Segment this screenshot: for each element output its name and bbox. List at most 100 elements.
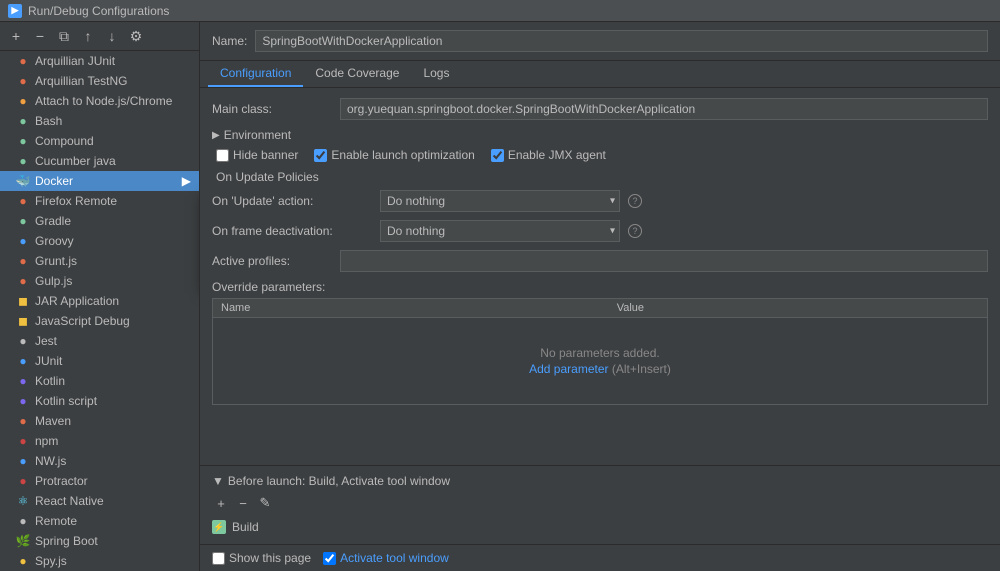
sidebar: + − ⧉ ↑ ↓ ⚙ ● Arquillian JUnit ● Arquill… <box>0 22 200 571</box>
params-value-header: Value <box>609 299 988 318</box>
before-launch-add-button[interactable]: + <box>212 494 230 512</box>
sidebar-item-react-native[interactable]: ⚛ React Native <box>0 491 199 511</box>
on-update-help-icon[interactable]: ? <box>628 194 642 208</box>
arquillian-junit-icon: ● <box>16 54 30 68</box>
on-frame-label: On frame deactivation: <box>212 224 372 238</box>
settings-button[interactable]: ⚙ <box>126 26 146 46</box>
sidebar-item-kotlin-script-label: Kotlin script <box>35 394 97 408</box>
sidebar-item-protractor[interactable]: ● Protractor <box>0 471 199 491</box>
sidebar-item-spyjs[interactable]: ● Spy.js <box>0 551 199 571</box>
override-parameters-section: Override parameters: Name Value No param… <box>212 280 988 405</box>
active-profiles-input[interactable] <box>340 250 988 272</box>
docker-submenu-arrow: ▶ <box>182 174 191 188</box>
show-this-page-checkbox[interactable] <box>212 552 225 565</box>
sidebar-item-jest[interactable]: ● Jest <box>0 331 199 351</box>
sidebar-item-kotlin[interactable]: ● Kotlin <box>0 371 199 391</box>
sidebar-item-arquillian-testng[interactable]: ● Arquillian TestNG <box>0 71 199 91</box>
cucumber-icon: ● <box>16 154 30 168</box>
params-empty-row: No parameters added. Add parameter (Alt+… <box>213 318 988 405</box>
config-area: Main class: ▶ Environment Hide banner En… <box>200 88 1000 465</box>
copy-config-button[interactable]: ⧉ <box>54 26 74 46</box>
sidebar-item-jar[interactable]: ◼ JAR Application <box>0 291 199 311</box>
show-this-page-label[interactable]: Show this page <box>212 551 311 565</box>
maven-icon: ● <box>16 414 30 428</box>
update-policies-title: On Update Policies <box>212 170 988 184</box>
sidebar-item-firefox[interactable]: ● Firefox Remote <box>0 191 199 211</box>
params-table: Name Value No parameters added. Add para… <box>212 298 988 405</box>
name-input[interactable] <box>255 30 988 52</box>
remove-config-button[interactable]: − <box>30 26 50 46</box>
protractor-icon: ● <box>16 474 30 488</box>
before-launch-header: ▼ Before launch: Build, Activate tool wi… <box>212 474 988 488</box>
build-item-label: Build <box>232 520 259 534</box>
arquillian-testng-icon: ● <box>16 74 30 88</box>
tab-logs[interactable]: Logs <box>411 61 461 87</box>
move-down-button[interactable]: ↓ <box>102 26 122 46</box>
on-frame-select[interactable]: Do nothing Update classes and resources … <box>380 220 620 242</box>
sidebar-item-junit-label: JUnit <box>35 354 62 368</box>
enable-launch-checkbox[interactable] <box>314 149 327 162</box>
sidebar-item-maven[interactable]: ● Maven <box>0 411 199 431</box>
sidebar-toolbar: + − ⧉ ↑ ↓ ⚙ <box>0 22 199 51</box>
on-update-label: On 'Update' action: <box>212 194 372 208</box>
params-empty-cell: No parameters added. Add parameter (Alt+… <box>213 318 988 405</box>
params-name-header: Name <box>213 299 609 318</box>
sidebar-item-spring-boot[interactable]: 🌿 Spring Boot <box>0 531 199 551</box>
sidebar-item-nwjs-label: NW.js <box>35 454 66 468</box>
on-frame-row: On frame deactivation: Do nothing Update… <box>212 220 988 242</box>
sidebar-item-gulp-label: Gulp.js <box>35 274 72 288</box>
docker-icon: 🐳 <box>16 174 30 188</box>
hide-banner-checkbox[interactable] <box>216 149 229 162</box>
before-launch-edit-button[interactable]: ✎ <box>256 494 274 512</box>
add-config-button[interactable]: + <box>6 26 26 46</box>
title-bar: ▶ Run/Debug Configurations <box>0 0 1000 22</box>
environment-section[interactable]: ▶ Environment <box>212 128 988 142</box>
name-row: Name: <box>200 22 1000 61</box>
before-launch-arrow: ▼ <box>212 474 224 488</box>
before-launch-title: Before launch: Build, Activate tool wind… <box>228 474 450 488</box>
sidebar-item-bash[interactable]: ● Bash <box>0 111 199 131</box>
enable-jmx-checkbox[interactable] <box>491 149 504 162</box>
sidebar-item-protractor-label: Protractor <box>35 474 88 488</box>
sidebar-item-arquillian-junit[interactable]: ● Arquillian JUnit <box>0 51 199 71</box>
sidebar-item-remote[interactable]: ● Remote <box>0 511 199 531</box>
on-update-select[interactable]: Do nothing Update classes and resources … <box>380 190 620 212</box>
sidebar-item-cucumber[interactable]: ● Cucumber java <box>0 151 199 171</box>
enable-jmx-label: Enable JMX agent <box>508 148 606 162</box>
no-params-text: No parameters added. <box>221 338 979 362</box>
sidebar-item-gradle[interactable]: ● Gradle <box>0 211 199 231</box>
hide-banner-checkbox-label[interactable]: Hide banner <box>216 148 298 162</box>
sidebar-item-kotlin-script[interactable]: ● Kotlin script <box>0 391 199 411</box>
react-native-icon: ⚛ <box>16 494 30 508</box>
sidebar-item-groovy[interactable]: ● Groovy <box>0 231 199 251</box>
activate-tool-window-checkbox[interactable] <box>323 552 336 565</box>
tab-configuration[interactable]: Configuration <box>208 61 303 87</box>
enable-launch-checkbox-label[interactable]: Enable launch optimization <box>314 148 474 162</box>
move-up-button[interactable]: ↑ <box>78 26 98 46</box>
sidebar-item-npm[interactable]: ● npm <box>0 431 199 451</box>
before-launch-remove-button[interactable]: − <box>234 494 252 512</box>
sidebar-item-gulp[interactable]: ● Gulp.js <box>0 271 199 291</box>
sidebar-item-js-debug-label: JavaScript Debug <box>35 314 130 328</box>
on-frame-help-icon[interactable]: ? <box>628 224 642 238</box>
main-class-label: Main class: <box>212 102 332 116</box>
add-parameter-link[interactable]: Add parameter (Alt+Insert) <box>529 362 671 376</box>
sidebar-item-compound-label: Compound <box>35 134 94 148</box>
sidebar-item-gradle-label: Gradle <box>35 214 71 228</box>
tab-code-coverage[interactable]: Code Coverage <box>303 61 411 87</box>
sidebar-item-js-debug[interactable]: ◼ JavaScript Debug <box>0 311 199 331</box>
activate-tool-window-label[interactable]: Activate tool window <box>323 551 449 565</box>
sidebar-item-firefox-label: Firefox Remote <box>35 194 117 208</box>
sidebar-item-nwjs[interactable]: ● NW.js <box>0 451 199 471</box>
sidebar-item-spring-boot-label: Spring Boot <box>35 534 98 548</box>
gradle-icon: ● <box>16 214 30 228</box>
enable-jmx-checkbox-label[interactable]: Enable JMX agent <box>491 148 606 162</box>
sidebar-item-attach-node[interactable]: ● Attach to Node.js/Chrome <box>0 91 199 111</box>
checkboxes-row: Hide banner Enable launch optimization E… <box>212 148 988 162</box>
sidebar-item-compound[interactable]: ● Compound <box>0 131 199 151</box>
bottom-bar: Show this page Activate tool window <box>200 544 1000 571</box>
sidebar-item-grunt[interactable]: ● Grunt.js <box>0 251 199 271</box>
sidebar-item-docker[interactable]: 🐳 Docker ▶ <box>0 171 199 191</box>
main-class-input[interactable] <box>340 98 988 120</box>
sidebar-item-junit[interactable]: ● JUnit <box>0 351 199 371</box>
